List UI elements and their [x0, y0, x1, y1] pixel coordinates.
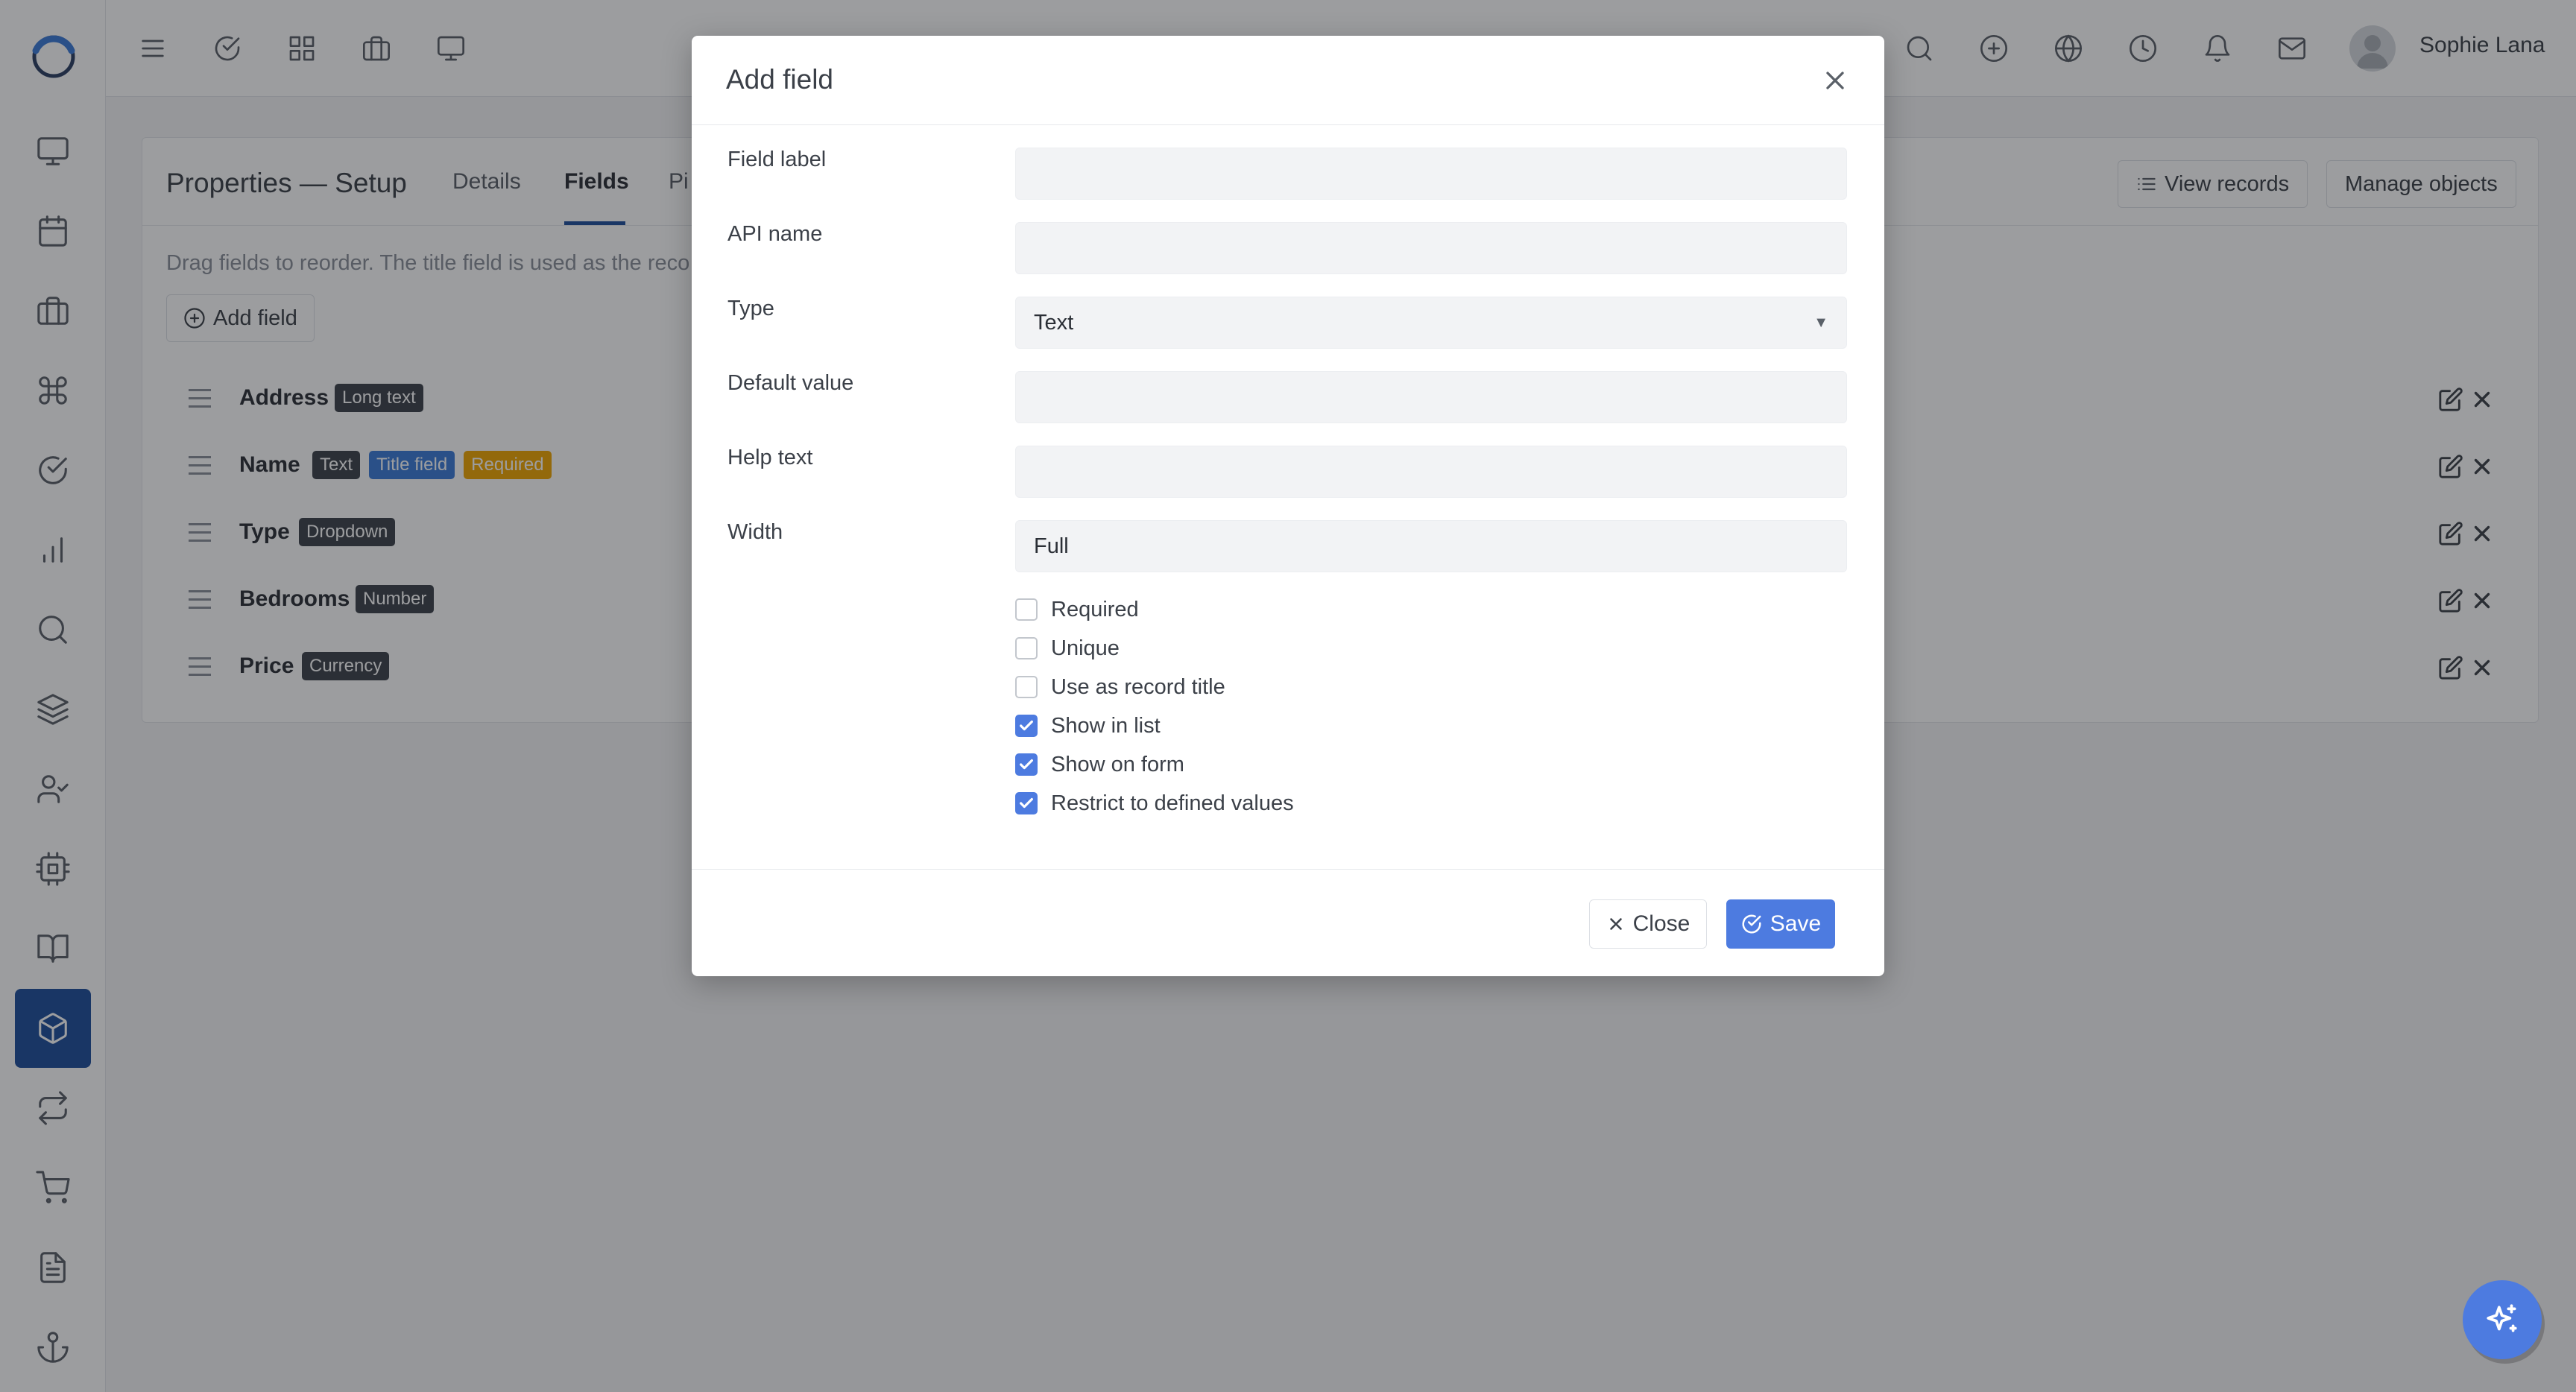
checkbox-label: Show on form [1051, 752, 1184, 776]
default-value-input[interactable] [1015, 371, 1847, 423]
save-button-label: Save [1770, 911, 1822, 936]
modal-footer: Close Save [692, 869, 1884, 976]
checkbox-box[interactable] [1015, 676, 1038, 698]
checkbox-box[interactable] [1015, 637, 1038, 659]
field-label-label: Field label [727, 148, 827, 171]
sparkles-icon [2487, 1304, 2517, 1332]
show-in-list-checkbox[interactable]: Show in list [1015, 711, 1161, 741]
close-button-label: Close [1632, 911, 1690, 936]
assistant-button[interactable] [2463, 1280, 2542, 1359]
modal-header: Add field [692, 36, 1884, 125]
close-icon[interactable] [1820, 66, 1850, 95]
type-select-value: Text [1034, 310, 1074, 335]
checkbox-box[interactable] [1015, 598, 1038, 621]
show-on-form-checkbox[interactable]: Show on form [1015, 750, 1184, 779]
width-input[interactable]: Full [1015, 520, 1847, 572]
restrict-values-checkbox[interactable]: Restrict to defined values [1015, 788, 1294, 818]
check-icon [1020, 720, 1033, 731]
unique-checkbox[interactable]: Unique [1015, 633, 1120, 663]
record-title-checkbox[interactable]: Use as record title [1015, 672, 1225, 702]
type-label: Type [727, 297, 774, 320]
checkbox-label: Use as record title [1051, 674, 1225, 699]
field-label-input[interactable] [1015, 148, 1847, 200]
required-checkbox[interactable]: Required [1015, 595, 1139, 624]
checkbox-label: Unique [1051, 636, 1120, 660]
help-text-label: Help text [727, 446, 813, 469]
checkbox-label: Show in list [1051, 713, 1161, 738]
add-field-modal: Add field Field label API name Type Text… [692, 36, 1884, 976]
checkbox-box-checked[interactable] [1015, 792, 1038, 814]
type-select[interactable]: Text ▼ [1015, 297, 1847, 349]
checkbox-label: Required [1051, 597, 1139, 621]
modal-title: Add field [726, 64, 833, 95]
checkbox-box-checked[interactable] [1015, 715, 1038, 737]
check-icon [1020, 759, 1033, 770]
api-name-label: API name [727, 222, 823, 246]
help-text-input[interactable] [1015, 446, 1847, 498]
save-button[interactable]: Save [1726, 899, 1835, 949]
checkbox-label: Restrict to defined values [1051, 791, 1294, 815]
width-label: Width [727, 520, 783, 544]
close-icon [1609, 918, 1622, 930]
chevron-down-icon: ▼ [1813, 314, 1828, 331]
check-icon [1020, 797, 1033, 809]
api-name-input[interactable] [1015, 222, 1847, 274]
default-value-label: Default value [727, 371, 854, 395]
checkbox-box-checked[interactable] [1015, 753, 1038, 776]
close-button[interactable]: Close [1589, 899, 1707, 949]
check-circle-icon [1742, 914, 1761, 934]
